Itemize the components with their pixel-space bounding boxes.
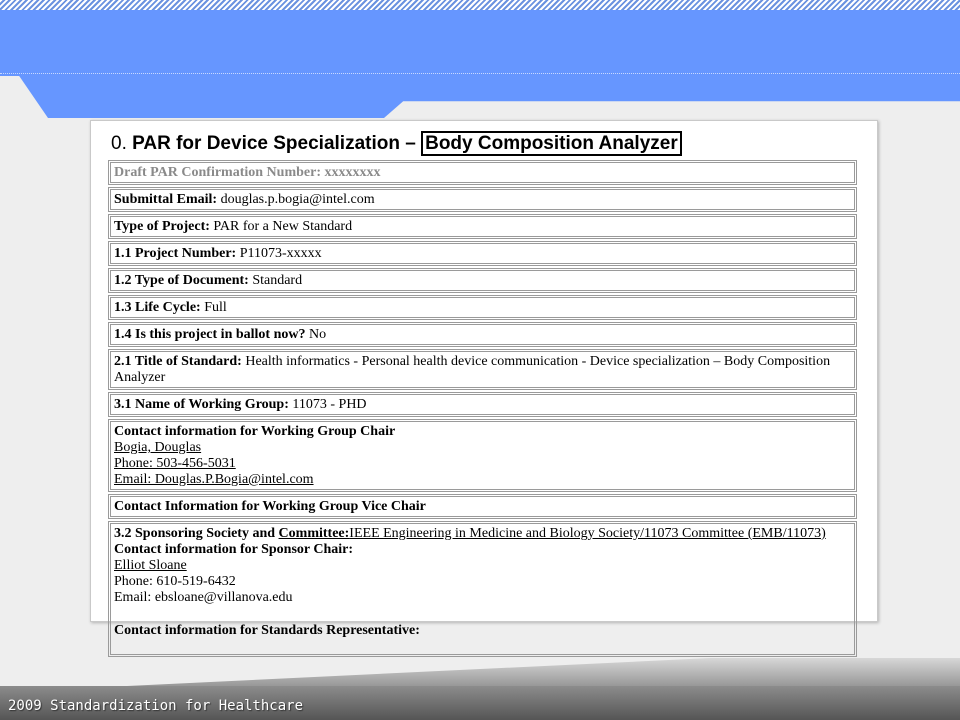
row-wg-vice-chair-contact: Contact Information for Working Group Vi… — [108, 494, 857, 519]
sponsor-chair-name: Elliot Sloane — [114, 558, 187, 573]
confirmation-label: Draft PAR Confirmation Number: — [114, 165, 325, 180]
row-type-of-project: Type of Project: PAR for a New Standard — [108, 214, 857, 239]
page-title: 0. PAR for Device Specialization – Body … — [111, 131, 871, 157]
standards-rep-label: Contact information for Standards Repres… — [114, 623, 420, 638]
footer-text: 2009 Standardization for Healthcare — [8, 698, 304, 714]
row-life-cycle: 1.3 Life Cycle: Full — [108, 295, 857, 320]
wg-chair-phone: Phone: 503-456-5031 — [114, 456, 236, 471]
row-type-of-document: 1.2 Type of Document: Standard — [108, 268, 857, 293]
email-label: Submittal Email: — [114, 192, 221, 207]
row-project-number: 1.1 Project Number: P11073-xxxxx — [108, 241, 857, 266]
project-number-label: 1.1 Project Number: — [114, 246, 240, 261]
sponsoring-label: 3.2 Sponsoring Society and — [114, 526, 279, 541]
wg-chair-label: Contact information for Working Group Ch… — [114, 424, 396, 439]
life-cycle-value: Full — [204, 300, 227, 315]
title-main: PAR for Device Specialization – — [132, 133, 422, 154]
title-prefix: 0. — [111, 133, 133, 154]
project-number-value: P11073-xxxxx — [239, 246, 322, 261]
wg-chair-email[interactable]: Email: Douglas.P.Bogia@intel.com — [114, 472, 314, 487]
type-project-value: PAR for a New Standard — [213, 219, 353, 234]
working-group-label: 3.1 Name of Working Group: — [114, 397, 293, 412]
row-sponsoring-society: 3.2 Sponsoring Society and Committee:IEE… — [108, 521, 857, 657]
type-document-label: 1.2 Type of Document: — [114, 273, 253, 288]
sponsoring-value: IEEE Engineering in Medicine and Biology… — [349, 526, 826, 541]
confirmation-value: xxxxxxxx — [324, 165, 381, 180]
row-wg-chair-contact: Contact information for Working Group Ch… — [108, 419, 857, 492]
header-tab-shape — [0, 76, 960, 118]
title-highlight: Body Composition Analyzer — [421, 131, 682, 156]
row-working-group: 3.1 Name of Working Group: 11073 - PHD — [108, 392, 857, 417]
row-confirmation-number: Draft PAR Confirmation Number: xxxxxxxx — [108, 160, 857, 185]
ballot-value: No — [308, 327, 327, 342]
sponsoring-committee-label: Committee: — [278, 526, 350, 541]
sponsor-chair-email: Email: ebsloane@villanova.edu — [114, 590, 293, 605]
email-value: douglas.p.bogia@intel.com — [220, 192, 375, 207]
type-project-label: Type of Project: — [114, 219, 214, 234]
row-submittal-email: Submittal Email: douglas.p.bogia@intel.c… — [108, 187, 857, 212]
type-document-value: Standard — [252, 273, 303, 288]
life-cycle-label: 1.3 Life Cycle: — [114, 300, 205, 315]
par-document: 0. PAR for Device Specialization – Body … — [90, 120, 878, 657]
par-form-table: Draft PAR Confirmation Number: xxxxxxxx … — [108, 160, 857, 659]
row-ballot-status: 1.4 Is this project in ballot now? No — [108, 322, 857, 347]
wg-vice-chair-label: Contact Information for Working Group Vi… — [114, 499, 426, 514]
header-band — [0, 10, 960, 76]
working-group-value: 11073 - PHD — [292, 397, 367, 412]
row-title-of-standard: 2.1 Title of Standard: Health informatic… — [108, 349, 857, 390]
sponsor-chair-phone: Phone: 610-519-6432 — [114, 574, 236, 589]
sponsor-chair-label: Contact information for Sponsor Chair: — [114, 542, 354, 557]
title-standard-label: 2.1 Title of Standard: — [114, 354, 246, 369]
header-divider — [0, 73, 960, 74]
wg-chair-name: Bogia, Douglas — [114, 440, 202, 455]
ballot-label: 1.4 Is this project in ballot now? — [114, 327, 309, 342]
